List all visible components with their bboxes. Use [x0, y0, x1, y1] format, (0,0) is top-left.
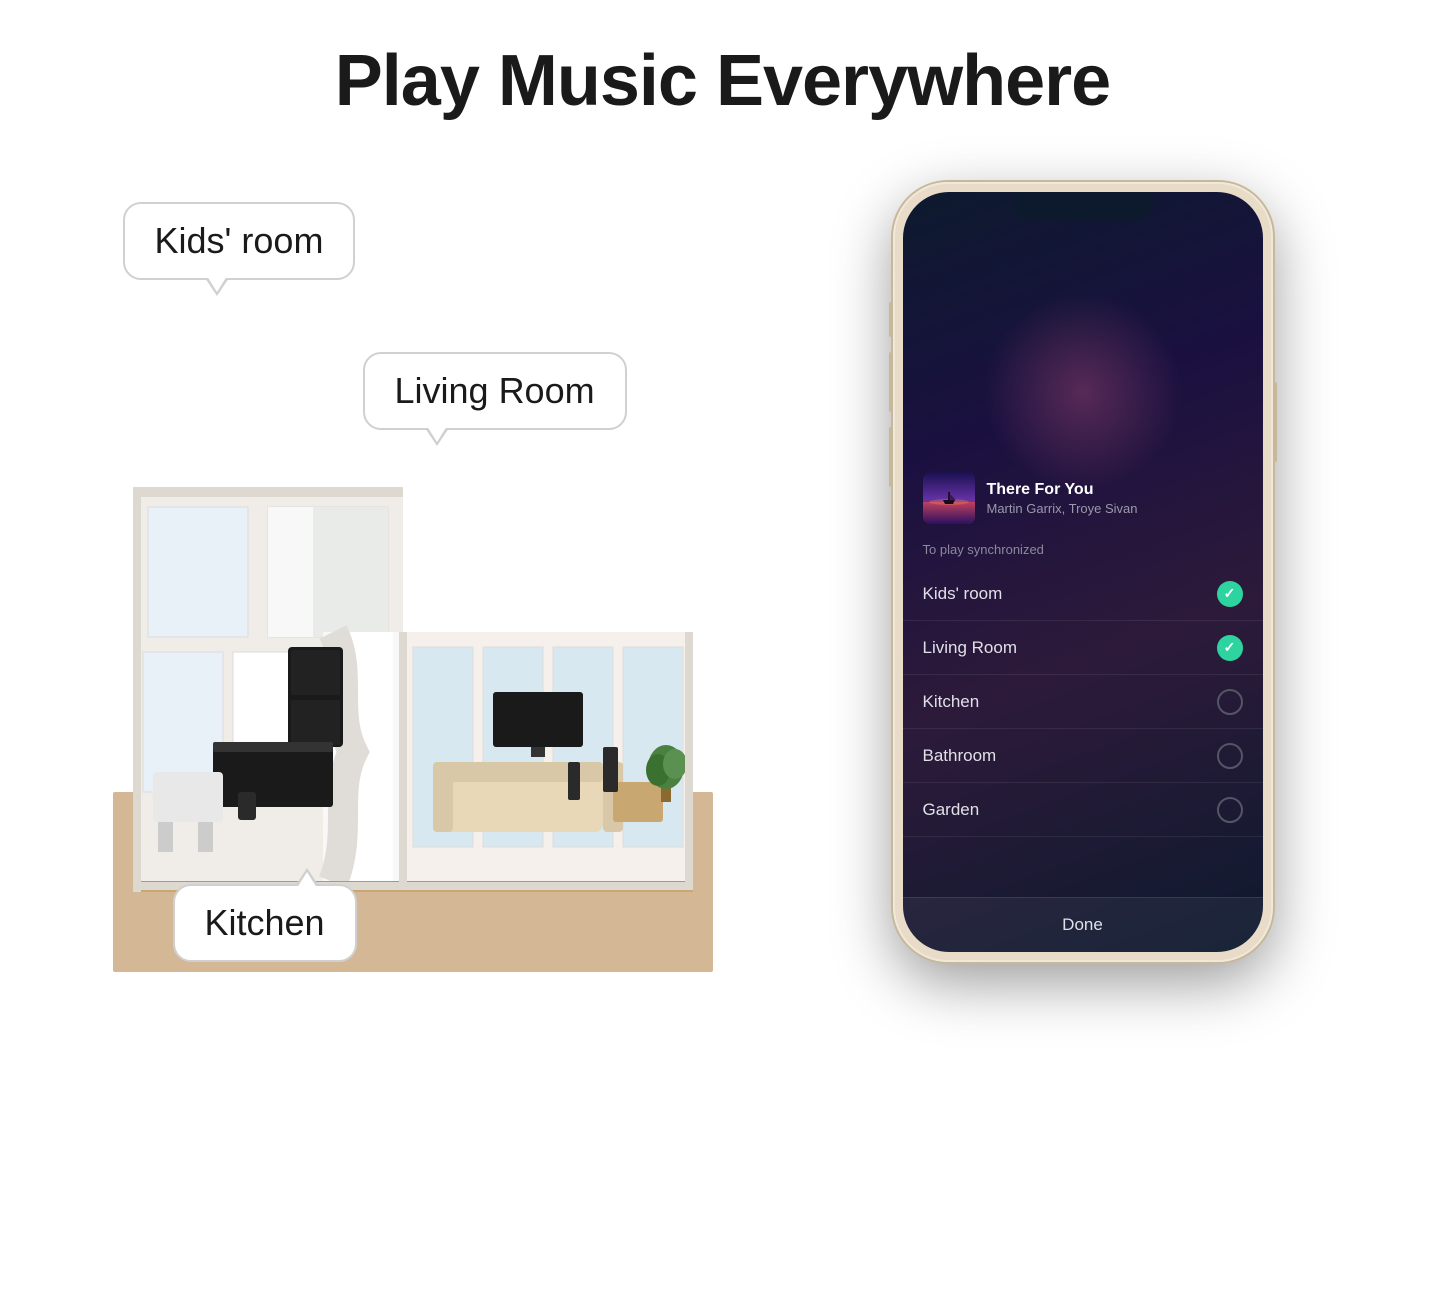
phone-power-button [1273, 382, 1277, 462]
bubble-kids-room: Kids' room [123, 202, 356, 280]
phone-mute-button [889, 302, 893, 337]
room-item-kids[interactable]: Kids' room ✓ [903, 567, 1263, 621]
room-item-living[interactable]: Living Room ✓ [903, 621, 1263, 675]
done-button[interactable]: Done [903, 897, 1263, 952]
check-living: ✓ [1217, 635, 1243, 661]
phone-screen: There For You Martin Garrix, Troye Sivan… [903, 192, 1263, 952]
left-side: Kids' room Living Room [113, 182, 773, 1182]
check-bathroom [1217, 743, 1243, 769]
screen-glow [983, 292, 1183, 492]
right-side: There For You Martin Garrix, Troye Sivan… [833, 182, 1333, 962]
track-title: There For You [987, 481, 1243, 499]
room-list: Kids' room ✓ Living Room ✓ Kit [903, 567, 1263, 892]
phone-volume-down-button [889, 427, 893, 487]
room-item-garden[interactable]: Garden [903, 783, 1263, 837]
main-content: Kids' room Living Room [0, 182, 1445, 1182]
room-item-kitchen[interactable]: Kitchen [903, 675, 1263, 729]
room-name-living: Living Room [923, 638, 1018, 658]
now-playing: There For You Martin Garrix, Troye Sivan [923, 472, 1243, 524]
room-name-kids: Kids' room [923, 584, 1003, 604]
room-name-garden: Garden [923, 800, 980, 820]
room-name-kitchen: Kitchen [923, 692, 980, 712]
sync-label: To play synchronized [923, 542, 1044, 557]
track-artist: Martin Garrix, Troye Sivan [987, 501, 1243, 516]
check-kids: ✓ [1217, 581, 1243, 607]
album-art [923, 472, 975, 524]
room-item-bathroom[interactable]: Bathroom [903, 729, 1263, 783]
check-kitchen [1217, 689, 1243, 715]
phone-notch [1013, 192, 1153, 222]
room-name-bathroom: Bathroom [923, 746, 997, 766]
done-label: Done [1062, 915, 1103, 935]
check-garden [1217, 797, 1243, 823]
phone-volume-up-button [889, 352, 893, 412]
track-info: There For You Martin Garrix, Troye Sivan [987, 481, 1243, 516]
bubble-kitchen: Kitchen [173, 884, 357, 962]
page-title: Play Music Everywhere [0, 0, 1445, 122]
phone-frame: There For You Martin Garrix, Troye Sivan… [893, 182, 1273, 962]
